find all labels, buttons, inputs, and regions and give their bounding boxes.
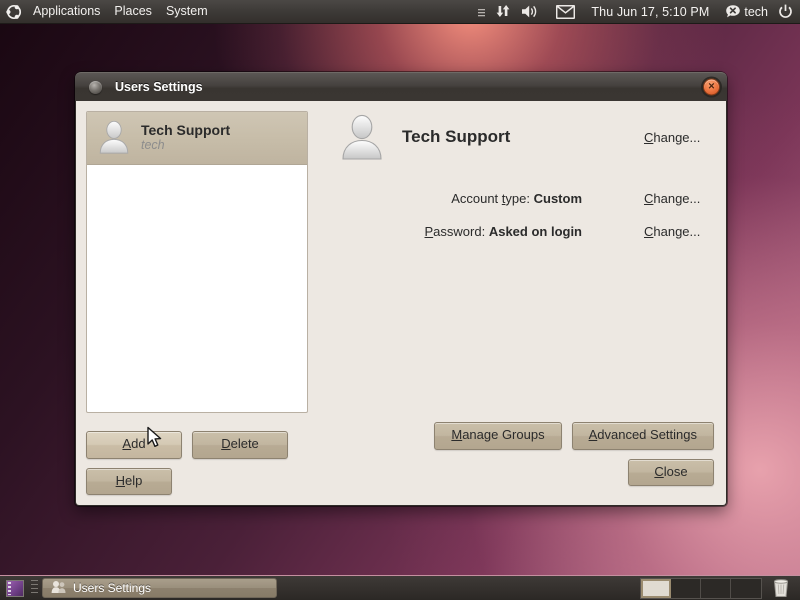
workspace-3[interactable]	[701, 578, 731, 598]
advanced-settings-button[interactable]: Advanced Settings	[571, 422, 714, 450]
list-item[interactable]: Tech Support tech	[87, 112, 307, 165]
list-item-login-name: tech	[141, 137, 165, 152]
detail-row-account-type: Account type: Custom Change...	[336, 189, 714, 208]
left-pane: Tech Support tech	[86, 111, 308, 414]
workspace-switcher[interactable]	[640, 577, 762, 599]
panel-username[interactable]: tech	[744, 5, 770, 19]
top-panel: Applications Places System Thu Jun 17, 5…	[0, 0, 800, 24]
messaging-indicator-icon[interactable]	[715, 0, 744, 24]
window-titlebar[interactable]: Users Settings ×	[75, 72, 727, 101]
change-password-button[interactable]: Change...	[642, 222, 714, 241]
account-header: Tech Support	[336, 111, 586, 163]
workspace-1[interactable]	[641, 578, 671, 598]
users-icon	[51, 580, 66, 597]
network-icon[interactable]	[490, 0, 516, 24]
details-pane: Tech Support Change... Account type: Cus…	[308, 111, 714, 413]
menu-places[interactable]: Places	[107, 0, 159, 23]
add-user-button[interactable]: Add	[86, 431, 182, 459]
list-item-text: Tech Support tech	[141, 122, 230, 152]
password-value: Asked on login	[488, 224, 582, 239]
volume-icon[interactable]	[516, 0, 544, 24]
ubuntu-logo-icon[interactable]	[0, 0, 26, 23]
panel-grip-icon	[31, 580, 38, 596]
close-icon[interactable]: ×	[703, 78, 720, 96]
help-button[interactable]: Help	[86, 467, 172, 495]
account-name: Tech Support	[402, 127, 511, 146]
close-button[interactable]: Close	[628, 458, 714, 486]
panel-bottom-right	[640, 577, 796, 599]
left-buttons: Add Delete Help	[86, 422, 288, 495]
panel-grip-icon	[473, 0, 490, 24]
window-menu-icon[interactable]	[89, 80, 102, 94]
change-name-button[interactable]: Change...	[642, 128, 714, 147]
manage-groups-button[interactable]: Manage Groups	[434, 422, 562, 450]
trash-icon[interactable]	[770, 578, 792, 598]
panel-indicator-area: Thu Jun 17, 5:10 PM tech	[473, 0, 800, 24]
user-avatar-icon[interactable]	[336, 111, 388, 163]
account-type-value: Custom	[533, 191, 582, 206]
delete-user-button[interactable]: Delete	[192, 431, 288, 459]
bottom-panel: Users Settings	[0, 575, 800, 600]
power-icon[interactable]	[770, 0, 800, 24]
taskbar-window-label: Users Settings	[73, 581, 152, 595]
account-type-label: Account type: Custom	[451, 191, 582, 206]
change-account-type-button[interactable]: Change...	[642, 189, 714, 208]
workspace-4[interactable]	[731, 579, 761, 598]
taskbar-window-button[interactable]: Users Settings	[42, 578, 277, 598]
window-title: Users Settings	[115, 80, 203, 94]
content-row: Tech Support tech Tech Support Change...…	[86, 111, 714, 414]
dialog-buttons: Add Delete Help Manage Groups Advanced S…	[86, 422, 714, 495]
right-buttons: Manage Groups Advanced Settings Close	[434, 422, 714, 486]
menu-system[interactable]: System	[159, 0, 215, 23]
clock[interactable]: Thu Jun 17, 5:10 PM	[585, 5, 715, 19]
messaging-icon[interactable]	[544, 0, 585, 24]
window-body: Tech Support tech Tech Support Change...…	[75, 101, 727, 506]
show-desktop-icon[interactable]	[6, 579, 24, 597]
detail-row-name: Tech Support Change...	[336, 111, 714, 163]
menu-applications[interactable]: Applications	[26, 0, 107, 23]
users-settings-window: Users Settings × Tech Support tech Tech …	[75, 72, 727, 506]
desktop: Applications Places System Thu Jun 17, 5…	[0, 0, 800, 600]
user-avatar-icon	[95, 118, 133, 156]
detail-row-password: Password: Asked on login Change...	[336, 222, 714, 241]
password-label: Password: Asked on login	[424, 224, 583, 239]
workspace-2[interactable]	[671, 578, 701, 598]
list-item-display-name: Tech Support	[141, 121, 231, 138]
user-list[interactable]: Tech Support tech	[86, 111, 308, 414]
